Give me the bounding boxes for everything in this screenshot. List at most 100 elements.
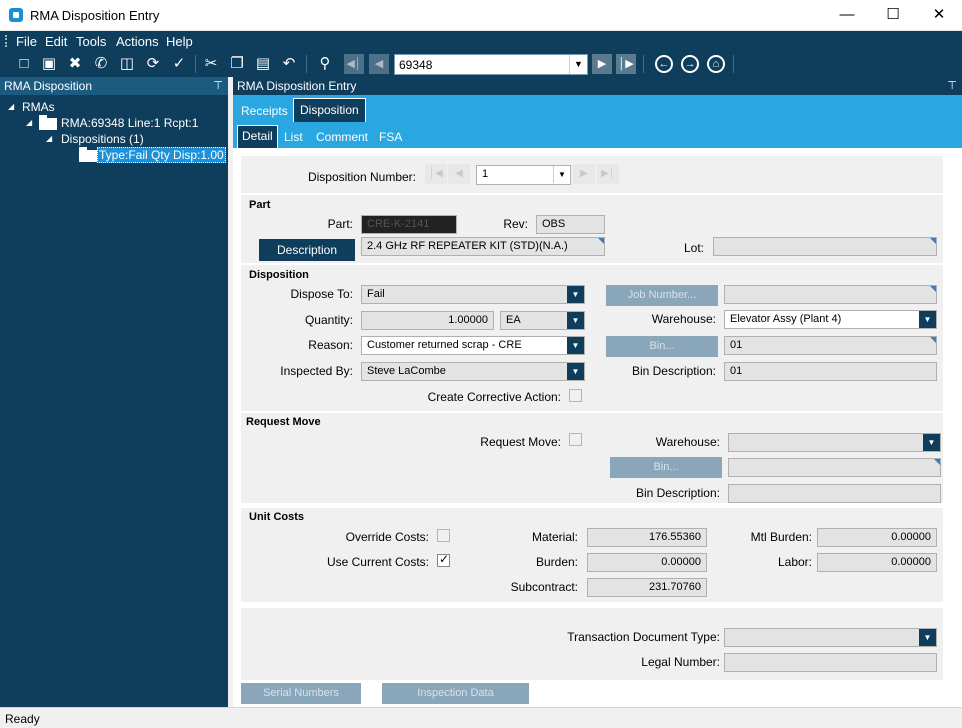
pin-icon[interactable]: ⊤ xyxy=(213,79,223,92)
move-warehouse-combo[interactable]: ▼ xyxy=(728,433,941,452)
request-move-checkbox[interactable] xyxy=(569,433,582,446)
first-icon[interactable]: ◀│ xyxy=(344,54,364,74)
burden-field[interactable]: 0.00000 xyxy=(587,553,707,572)
transaction-doc-type-combo[interactable]: ▼ xyxy=(724,628,937,647)
bin-button[interactable]: Bin... xyxy=(606,336,718,357)
expand-icon[interactable]: ◢ xyxy=(26,118,32,127)
detail-panel-title: RMA Disposition Entry xyxy=(237,79,357,93)
menu-edit[interactable]: Edit xyxy=(45,34,67,49)
chevron-down-icon[interactable]: ▼ xyxy=(569,55,587,74)
move-bin-field[interactable] xyxy=(728,458,941,477)
create-corrective-action-checkbox[interactable] xyxy=(569,389,582,402)
chevron-down-icon[interactable]: ▼ xyxy=(567,286,584,303)
back-icon[interactable]: ← xyxy=(655,55,673,73)
subcontract-field[interactable]: 231.70760 xyxy=(587,578,707,597)
burden-label: Burden: xyxy=(535,555,578,569)
dispose-to-value: Fail xyxy=(367,288,385,300)
menu-bar: File Edit Tools Actions Help xyxy=(0,31,962,51)
quantity-field[interactable]: 1.00000 xyxy=(361,311,494,330)
menu-tools[interactable]: Tools xyxy=(76,34,106,49)
home-icon[interactable]: ⌂ xyxy=(707,55,725,73)
record-value: 69348 xyxy=(399,58,433,72)
move-bin-button[interactable]: Bin... xyxy=(610,457,722,478)
last-icon[interactable]: │▶ xyxy=(616,54,636,74)
description-field[interactable]: 2.4 GHz RF REPEATER KIT (STD)(N.A.) xyxy=(361,237,605,256)
warehouse-combo[interactable]: Elevator Assy (Plant 4) ▼ xyxy=(724,310,937,329)
chevron-down-icon[interactable]: ▼ xyxy=(567,363,584,380)
bin-description-field[interactable]: 01 xyxy=(724,362,937,381)
save-icon[interactable]: ▣ xyxy=(39,54,59,74)
lot-field[interactable] xyxy=(713,237,937,256)
cut-icon[interactable]: ✂ xyxy=(201,54,221,74)
clear-icon[interactable]: ✓ xyxy=(169,54,189,74)
legal-number-label: Legal Number: xyxy=(641,655,720,669)
inspected-by-label: Inspected By: xyxy=(280,364,353,378)
chevron-down-icon[interactable]: ▼ xyxy=(919,311,936,328)
next-icon[interactable]: ▶ xyxy=(573,164,595,184)
move-warehouse-label: Warehouse: xyxy=(655,435,720,449)
serial-numbers-button[interactable]: Serial Numbers xyxy=(241,683,361,704)
rev-field[interactable]: OBS xyxy=(536,215,605,234)
tab-detail[interactable]: Detail xyxy=(237,125,278,148)
job-number-field[interactable] xyxy=(724,285,937,304)
paste-icon[interactable]: ▤ xyxy=(253,54,273,74)
next-icon[interactable]: ▶ xyxy=(592,54,612,74)
job-number-button[interactable]: Job Number... xyxy=(606,285,718,306)
detail-panel-header: RMA Disposition Entry ⊤ xyxy=(233,77,962,95)
material-field[interactable]: 176.55360 xyxy=(587,528,707,547)
reason-combo[interactable]: Customer returned scrap - CRE ▼ xyxy=(361,336,585,355)
inspected-by-combo[interactable]: Steve LaCombe ▼ xyxy=(361,362,585,381)
chevron-down-icon[interactable]: ▼ xyxy=(923,434,940,451)
disposition-number-combo[interactable]: 1 ▼ xyxy=(476,165,571,185)
expand-icon[interactable]: ◢ xyxy=(8,102,14,111)
folder-icon xyxy=(39,115,57,130)
prev-icon[interactable]: ◀ xyxy=(448,164,470,184)
record-combo[interactable]: 69348 ▼ xyxy=(394,54,588,75)
status-bar: Ready xyxy=(0,707,962,728)
part-field[interactable]: CRE-K-2141 xyxy=(361,215,457,234)
mtl-burden-field[interactable]: 0.00000 xyxy=(817,528,937,547)
close-button[interactable]: ✕ xyxy=(916,0,962,31)
bin-field[interactable]: 01 xyxy=(724,336,937,355)
refresh-icon[interactable]: ⟳ xyxy=(143,54,163,74)
quantity-label: Quantity: xyxy=(304,313,353,327)
phone-icon[interactable]: ✆ xyxy=(91,54,111,74)
chevron-down-icon[interactable]: ▼ xyxy=(919,629,936,646)
undo-icon[interactable]: ↶ xyxy=(279,54,299,74)
labor-field[interactable]: 0.00000 xyxy=(817,553,937,572)
search-icon[interactable]: ⚲ xyxy=(315,54,335,74)
use-current-costs-checkbox[interactable]: ✓ xyxy=(437,552,450,567)
override-costs-checkbox[interactable] xyxy=(437,529,450,542)
uom-combo[interactable]: EA ▼ xyxy=(500,311,585,330)
tab-fsa[interactable]: FSA xyxy=(375,125,406,148)
copy-icon[interactable]: ❐ xyxy=(227,54,247,74)
tree-label: Type:Fail Qty Disp:1.00 xyxy=(97,147,226,163)
tab-receipts[interactable]: Receipts xyxy=(235,98,294,122)
attach-icon[interactable]: ◫ xyxy=(117,54,137,74)
inspection-data-button[interactable]: Inspection Data xyxy=(382,683,529,704)
legal-number-field[interactable] xyxy=(724,653,937,672)
description-button[interactable]: Description xyxy=(259,239,355,261)
menu-help[interactable]: Help xyxy=(166,34,193,49)
forward-icon[interactable]: → xyxy=(681,55,699,73)
tab-list[interactable]: List xyxy=(280,125,307,148)
delete-icon[interactable]: ✖ xyxy=(65,54,85,74)
menu-file[interactable]: File xyxy=(16,34,37,49)
chevron-down-icon[interactable]: ▼ xyxy=(567,337,584,354)
new-icon[interactable]: □ xyxy=(14,54,34,74)
tab-comment[interactable]: Comment xyxy=(312,125,372,148)
dispose-to-label: Dispose To: xyxy=(290,287,353,301)
expand-icon[interactable]: ◢ xyxy=(46,134,52,143)
maximize-button[interactable]: ☐ xyxy=(870,0,916,31)
dispose-to-combo[interactable]: Fail ▼ xyxy=(361,285,585,304)
last-icon[interactable]: ▶│ xyxy=(597,164,619,184)
pin-icon[interactable]: ⊤ xyxy=(947,79,957,92)
first-icon[interactable]: │◀ xyxy=(425,164,447,184)
menu-actions[interactable]: Actions xyxy=(116,34,159,49)
chevron-down-icon[interactable]: ▼ xyxy=(553,166,570,183)
chevron-down-icon[interactable]: ▼ xyxy=(567,312,584,329)
move-bin-description-field[interactable] xyxy=(728,484,941,503)
tab-disposition[interactable]: Disposition xyxy=(293,98,366,122)
prev-icon[interactable]: ◀ xyxy=(369,54,389,74)
minimize-button[interactable]: — xyxy=(824,0,870,31)
